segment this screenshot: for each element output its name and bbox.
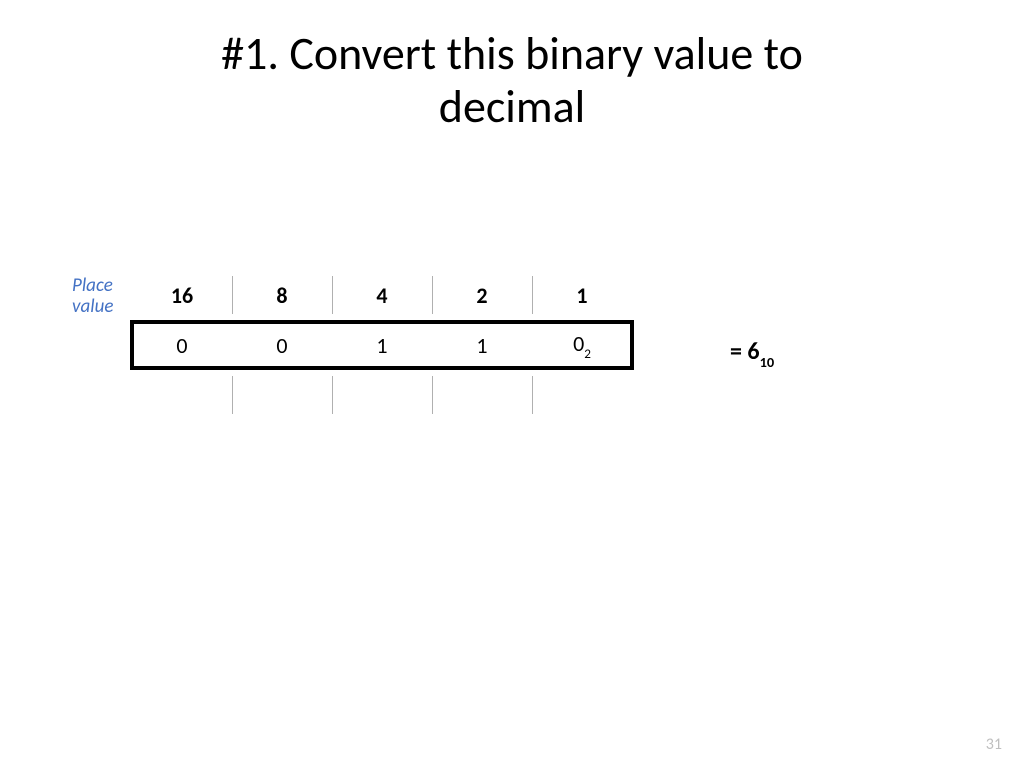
empty-cell [232, 370, 332, 420]
binary-digit-cell: 0 [132, 320, 232, 370]
binary-digit-cell: 0 [232, 320, 332, 370]
binary-digit-last: 0 [573, 330, 584, 357]
result-prefix: = [730, 337, 747, 366]
place-value-cell: 4 [332, 270, 432, 320]
result-base-subscript: 10 [760, 353, 775, 371]
binary-digit-cell: 1 [332, 320, 432, 370]
binary-digits-row: 0 0 1 1 02 [132, 320, 632, 370]
result: = 610 [730, 337, 774, 369]
binary-table: 16 8 4 2 1 0 0 1 1 02 [132, 270, 632, 420]
place-label-line1: Place [72, 274, 113, 297]
place-value-cell: 1 [532, 270, 632, 320]
place-value-label: Place value [72, 270, 132, 318]
content-area: Place value 16 8 4 2 1 0 0 1 1 02 [72, 270, 632, 420]
title-line-1: #1. Convert this binary value to [221, 26, 803, 82]
binary-digit-cell: 1 [432, 320, 532, 370]
empty-cell [532, 370, 632, 420]
place-label-line2: value [72, 295, 113, 318]
empty-cell [432, 370, 532, 420]
table-wrapper: 16 8 4 2 1 0 0 1 1 02 [132, 270, 632, 420]
place-values-row: 16 8 4 2 1 [132, 270, 632, 320]
result-value: 6 [747, 337, 759, 366]
empty-row [132, 370, 632, 420]
place-value-cell: 8 [232, 270, 332, 320]
binary-digit-cell: 02 [532, 320, 632, 370]
empty-cell [332, 370, 432, 420]
binary-base-subscript: 2 [584, 345, 591, 362]
title-line-2: decimal [439, 79, 585, 135]
place-value-cell: 16 [132, 270, 232, 320]
place-value-cell: 2 [432, 270, 532, 320]
slide-title: #1. Convert this binary value to decimal [0, 0, 1024, 134]
page-number: 31 [986, 735, 1002, 754]
empty-cell [132, 370, 232, 420]
